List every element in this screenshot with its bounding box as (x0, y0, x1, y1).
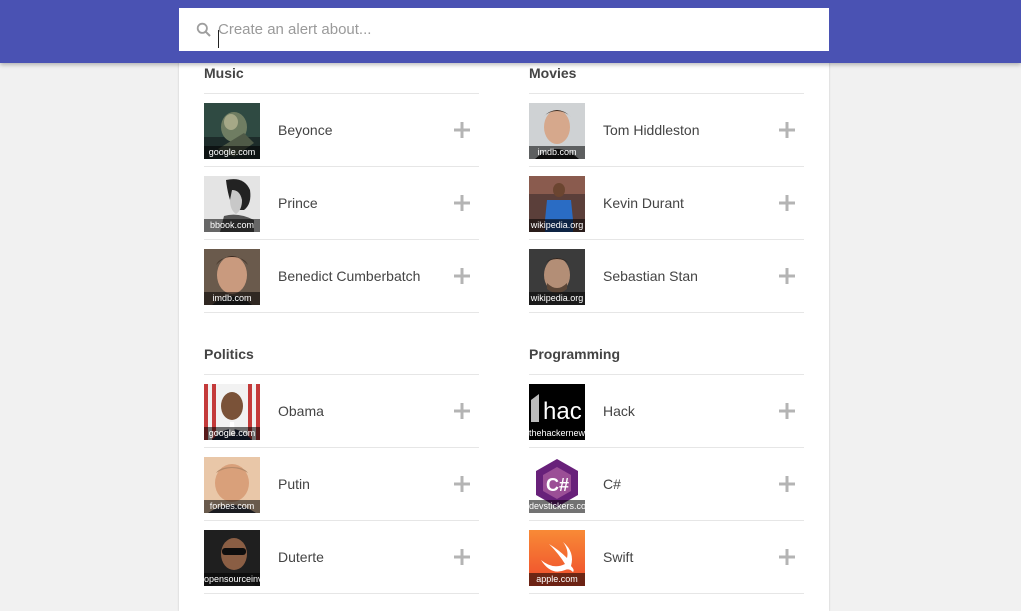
list-item: bbook.com Prince (204, 167, 479, 240)
section-items: google.com Beyonce bbook.com Prince imdb… (204, 93, 479, 313)
add-alert-button[interactable] (770, 467, 804, 501)
topic-label: Prince (278, 195, 318, 211)
thumbnail-source: google.com (204, 146, 260, 159)
thumbnail-image: forbes.com (204, 457, 260, 513)
plus-icon (454, 195, 470, 211)
topic-label: Benedict Cumberbatch (278, 268, 421, 284)
list-item: google.com Obama (204, 375, 479, 448)
thumbnail-image: opensourceinv (204, 530, 260, 586)
add-alert-button[interactable] (770, 186, 804, 220)
plus-icon (454, 403, 470, 419)
add-alert-button[interactable] (770, 394, 804, 428)
hack-logo-text: hac (543, 398, 582, 425)
thumbnail-image: google.com (204, 384, 260, 440)
thumbnail-image: bbook.com (204, 176, 260, 232)
add-alert-button[interactable] (445, 186, 479, 220)
list-item: C# devstickers.co C# (529, 448, 804, 521)
list-item: imdb.com Benedict Cumberbatch (204, 240, 479, 313)
add-alert-button[interactable] (445, 467, 479, 501)
plus-icon (779, 403, 795, 419)
thumbnail-image: hac thehackernew (529, 384, 585, 440)
header-bar (0, 0, 1021, 63)
list-item: apple.com Swift (529, 521, 804, 594)
topic-label: Tom Hiddleston (603, 122, 700, 138)
topic-label: Sebastian Stan (603, 268, 698, 284)
section-items: imdb.com Tom Hiddleston wikipedia.org Ke… (529, 93, 804, 313)
list-item: opensourceinv Duterte (204, 521, 479, 594)
search-input[interactable] (218, 8, 808, 51)
add-alert-button[interactable] (770, 540, 804, 574)
topic-label: Putin (278, 476, 310, 492)
list-item: wikipedia.org Kevin Durant (529, 167, 804, 240)
plus-icon (454, 549, 470, 565)
alert-suggestions-panel: Music google.com Beyonce bbook.com Princ… (179, 51, 829, 611)
list-item: forbes.com Putin (204, 448, 479, 521)
thumbnail-source: bbook.com (204, 219, 260, 232)
plus-icon (779, 195, 795, 211)
thumbnail-image: imdb.com (204, 249, 260, 305)
topic-label: Obama (278, 403, 324, 419)
add-alert-button[interactable] (770, 113, 804, 147)
search-box[interactable] (179, 8, 829, 51)
csharp-logo-text: C# (546, 475, 569, 495)
thumbnail-source: thehackernew (529, 427, 585, 440)
section-title: Programming (529, 346, 621, 362)
thumbnail-image: C# devstickers.co (529, 457, 585, 513)
thumbnail-source: google.com (204, 427, 260, 440)
thumbnail-image: wikipedia.org (529, 176, 585, 232)
topic-label: Hack (603, 403, 635, 419)
section-items: hac thehackernew Hack C# devstickers.co … (529, 374, 804, 594)
list-item: google.com Beyonce (204, 94, 479, 167)
plus-icon (454, 476, 470, 492)
topic-label: Swift (603, 549, 634, 565)
add-alert-button[interactable] (770, 259, 804, 293)
thumbnail-source: devstickers.co (529, 500, 585, 513)
plus-icon (779, 268, 795, 284)
topic-label: C# (603, 476, 621, 492)
plus-icon (779, 476, 795, 492)
thumbnail-image: apple.com (529, 530, 585, 586)
thumbnail-source: imdb.com (529, 146, 585, 159)
thumbnail-source: opensourceinv (204, 573, 260, 586)
list-item: imdb.com Tom Hiddleston (529, 94, 804, 167)
plus-icon (779, 549, 795, 565)
add-alert-button[interactable] (445, 259, 479, 293)
section-items: google.com Obama forbes.com Putin openso… (204, 374, 479, 594)
thumbnail-source: wikipedia.org (529, 292, 585, 305)
thumbnail-image: imdb.com (529, 103, 585, 159)
topic-label: Kevin Durant (603, 195, 684, 211)
plus-icon (779, 122, 795, 138)
thumbnail-image: google.com (204, 103, 260, 159)
topic-label: Beyonce (278, 122, 333, 138)
thumbnail-source: forbes.com (204, 500, 260, 513)
thumbnail-image: wikipedia.org (529, 249, 585, 305)
add-alert-button[interactable] (445, 394, 479, 428)
add-alert-button[interactable] (445, 540, 479, 574)
thumbnail-source: apple.com (529, 573, 585, 586)
thumbnail-source: wikipedia.org (529, 219, 585, 232)
list-item: hac thehackernew Hack (529, 375, 804, 448)
add-alert-button[interactable] (445, 113, 479, 147)
list-item: wikipedia.org Sebastian Stan (529, 240, 804, 313)
thumbnail-source: imdb.com (204, 292, 260, 305)
topic-label: Duterte (278, 549, 324, 565)
section-title: Politics (204, 346, 254, 362)
search-icon (196, 22, 212, 38)
plus-icon (454, 122, 470, 138)
plus-icon (454, 268, 470, 284)
